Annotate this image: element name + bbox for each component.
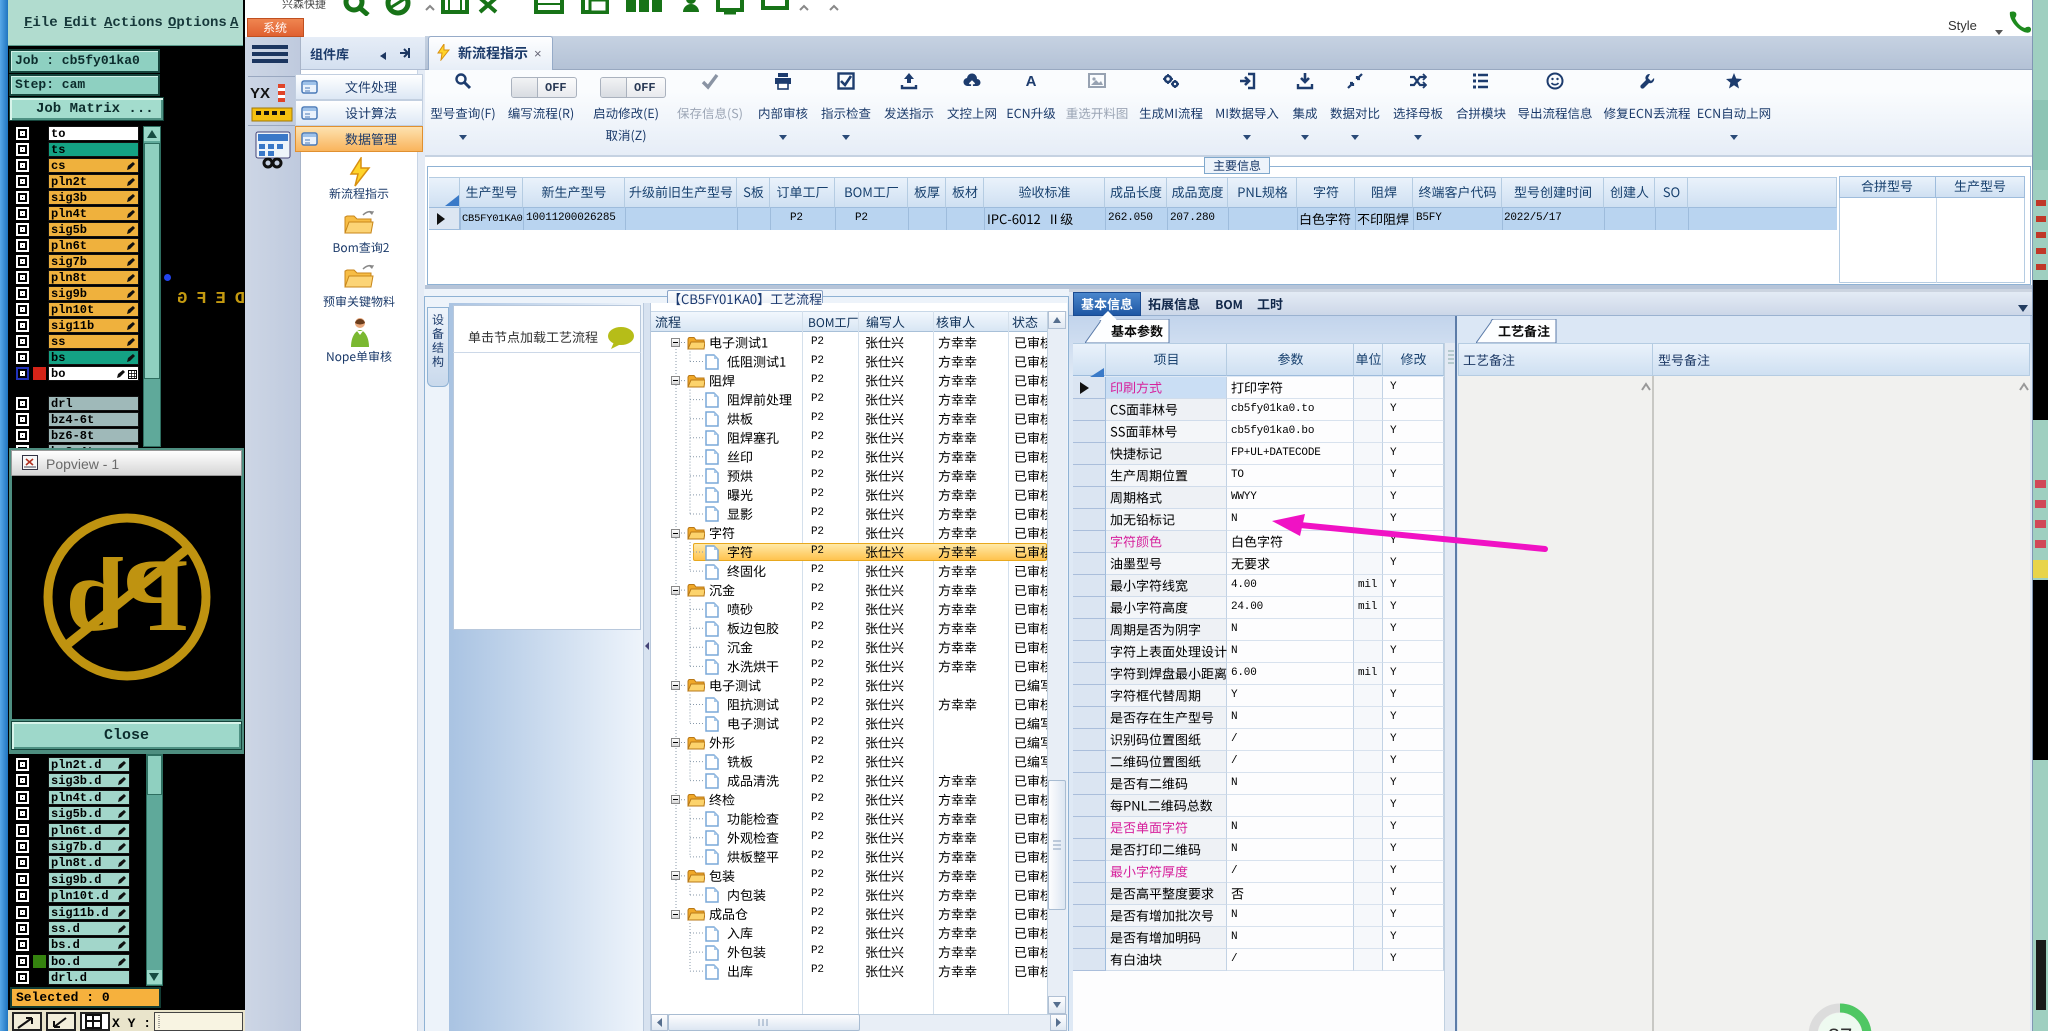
svg-text:A: A	[1026, 73, 1037, 90]
svg-text:YX: YX	[250, 85, 270, 102]
svg-text:87: 87	[1828, 1024, 1852, 1031]
